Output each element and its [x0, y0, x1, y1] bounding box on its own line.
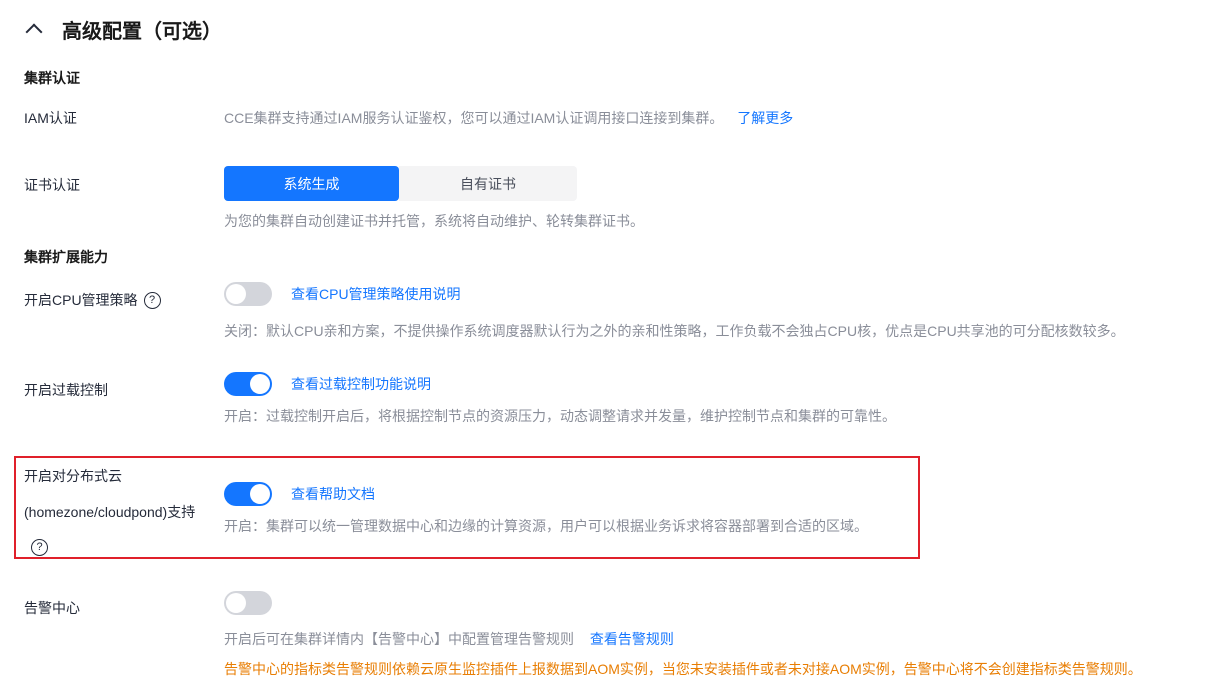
alarm-toggle[interactable]: [224, 591, 272, 615]
learn-more-link[interactable]: 了解更多: [737, 110, 793, 126]
overload-toggle[interactable]: [224, 372, 272, 396]
distributed-label-line2: (homezone/cloudpond)支持: [24, 504, 196, 520]
distributed-label-line1: 开启对分布式云: [24, 468, 122, 484]
iam-auth-label: IAM认证: [24, 110, 77, 126]
iam-auth-desc-text: CCE集群支持通过IAM服务认证鉴权，您可以通过IAM认证调用接口连接到集群。: [224, 110, 724, 126]
toggle-knob: [250, 374, 270, 394]
group-title-ext: 集群扩展能力: [24, 249, 108, 265]
cert-auth-label: 证书认证: [24, 177, 80, 193]
distributed-desc: 开启：集群可以统一管理数据中心和边缘的计算资源，用户可以根据业务诉求将容器部署到…: [224, 518, 868, 534]
alarm-rules-link[interactable]: 查看告警规则: [590, 631, 674, 647]
group-title-auth: 集群认证: [24, 70, 80, 86]
help-icon[interactable]: ?: [31, 539, 48, 556]
cert-auth-segmented: 系统生成 自有证书: [224, 166, 577, 201]
cpu-policy-desc: 关闭：默认CPU亲和方案，不提供操作系统调度器默认行为之外的亲和性策略，工作负载…: [224, 323, 1125, 339]
alarm-warning: 告警中心的指标类告警规则依赖云原生监控插件上报数据到AOM实例，当您未安装插件或…: [224, 661, 1142, 677]
overload-label: 开启过载控制: [24, 382, 108, 398]
cpu-policy-label: 开启CPU管理策略: [24, 292, 138, 308]
overload-link[interactable]: 查看过载控制功能说明: [291, 374, 431, 394]
toggle-knob: [226, 593, 246, 613]
advanced-config-header[interactable]: 高级配置（可选）: [24, 14, 222, 44]
alarm-label: 告警中心: [24, 600, 80, 616]
toggle-knob: [226, 284, 246, 304]
cert-auth-desc: 为您的集群自动创建证书并托管，系统将自动维护、轮转集群证书。: [224, 213, 644, 229]
cpu-policy-label-row: 开启CPU管理策略 ?: [24, 290, 161, 310]
overload-desc: 开启：过载控制开启后，将根据控制节点的资源压力，动态调整请求并发量，维护控制节点…: [224, 408, 896, 424]
iam-auth-desc: CCE集群支持通过IAM服务认证鉴权，您可以通过IAM认证调用接口连接到集群。 …: [224, 108, 793, 128]
distributed-link[interactable]: 查看帮助文档: [291, 484, 375, 504]
alarm-desc-text: 开启后可在集群详情内【告警中心】中配置管理告警规则: [224, 631, 574, 647]
section-title: 高级配置（可选）: [62, 20, 222, 43]
toggle-knob: [250, 484, 270, 504]
chevron-up-icon[interactable]: [25, 23, 43, 41]
help-icon[interactable]: ?: [143, 291, 161, 309]
alarm-desc: 开启后可在集群详情内【告警中心】中配置管理告警规则 查看告警规则: [224, 629, 674, 649]
cpu-policy-toggle[interactable]: [224, 282, 272, 306]
distributed-toggle[interactable]: [224, 482, 272, 506]
cpu-policy-link[interactable]: 查看CPU管理策略使用说明: [291, 284, 461, 304]
cert-option-custom[interactable]: 自有证书: [399, 166, 577, 201]
cert-option-system[interactable]: 系统生成: [224, 166, 399, 201]
